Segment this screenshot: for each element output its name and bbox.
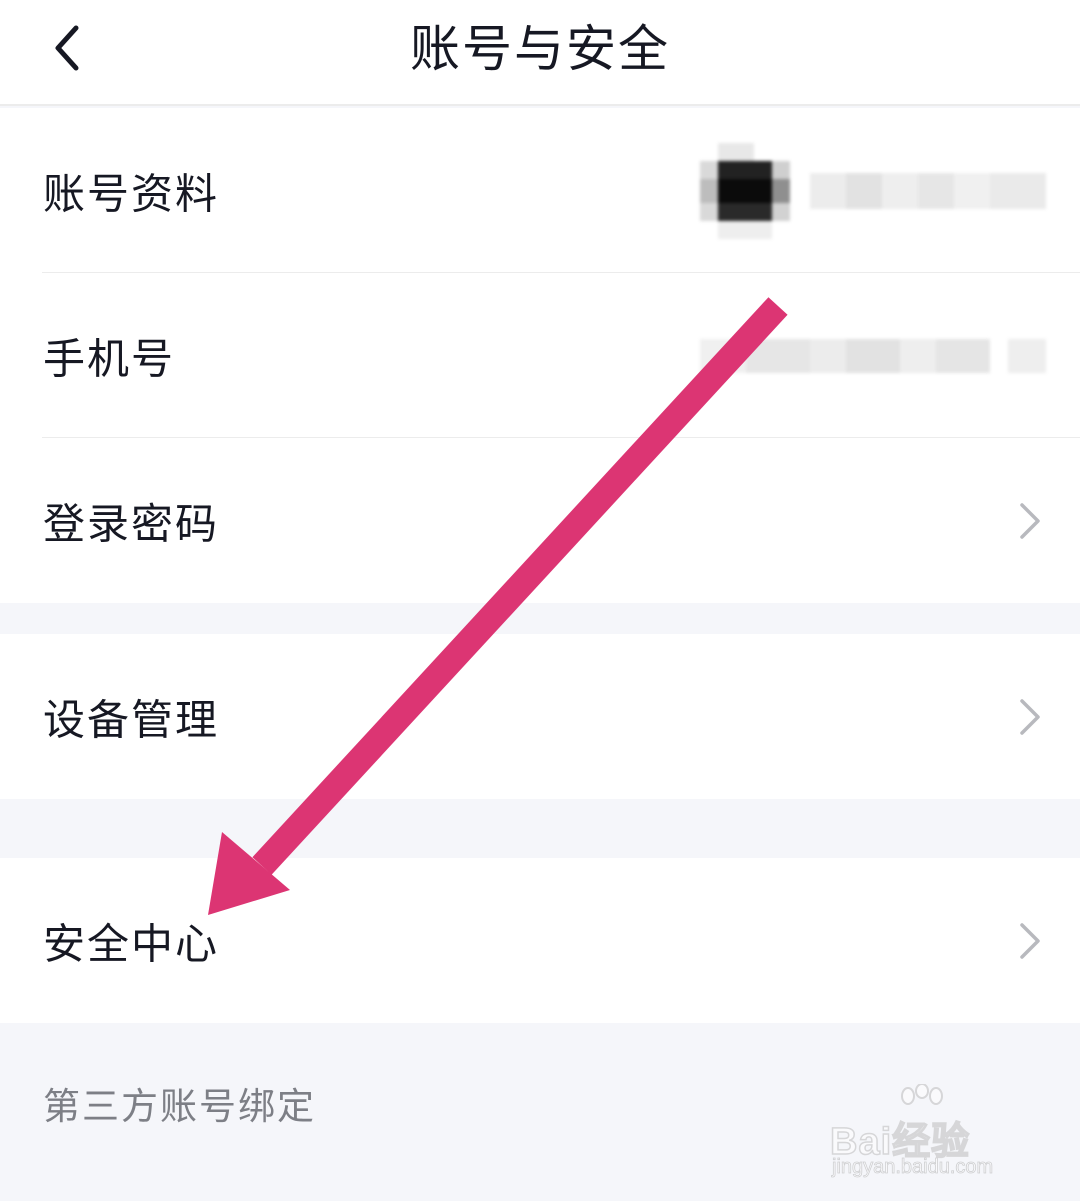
security-group: 安全中心 (0, 858, 1080, 1023)
row-phone-number[interactable]: 手机号 (0, 273, 1080, 438)
row-account-profile[interactable]: 账号资料 (0, 108, 1080, 273)
row-label-security-center: 安全中心 (43, 919, 220, 968)
baidu-watermark: Bai经验 jingyan.baidu.com (826, 1084, 1026, 1180)
blurred-phone-value (700, 338, 1046, 373)
row-label-login-password: 登录密码 (43, 499, 220, 548)
chevron-right-icon (1020, 502, 1040, 539)
header-bar: 账号与安全 (0, 0, 1080, 106)
row-device-management[interactable]: 设备管理 (0, 634, 1080, 799)
chevron-right-icon (1020, 698, 1040, 735)
row-security-center[interactable]: 安全中心 (0, 858, 1080, 1023)
row-label-device-management: 设备管理 (43, 695, 220, 744)
chevron-right-icon (1020, 922, 1040, 959)
watermark-url: jingyan.baidu.com (832, 1156, 994, 1179)
device-group: 设备管理 (0, 634, 1080, 799)
row-label-phone-number: 手机号 (43, 334, 176, 383)
account-info-group: 账号资料 手机号 登录密码 (0, 108, 1080, 603)
page-title: 账号与安全 (410, 20, 670, 78)
section-header-third-party: 第三方账号绑定 (43, 1085, 316, 1128)
row-login-password[interactable]: 登录密码 (0, 438, 1080, 603)
blurred-avatar-name (700, 142, 1046, 239)
row-label-account-profile: 账号资料 (43, 169, 220, 218)
